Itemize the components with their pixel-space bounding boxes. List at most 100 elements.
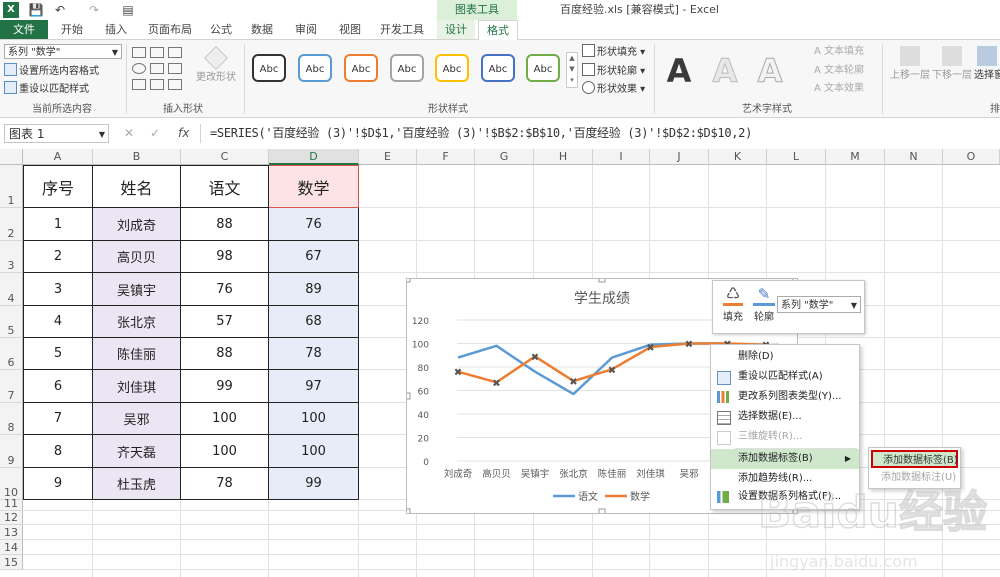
row-header-9[interactable]: 9 bbox=[0, 435, 23, 468]
row-header-8[interactable]: 8 bbox=[0, 403, 23, 435]
column-header-j[interactable]: J bbox=[650, 149, 709, 165]
column-header-c[interactable]: C bbox=[181, 149, 269, 165]
column-header-b[interactable]: B bbox=[93, 149, 181, 165]
column-header-l[interactable]: L bbox=[767, 149, 826, 165]
tab-formulas[interactable]: 公式 bbox=[206, 20, 236, 39]
shape-style-option[interactable]: Abc bbox=[526, 54, 560, 82]
print-preview-icon[interactable]: ▤ bbox=[120, 2, 136, 18]
formula-input[interactable]: =SERIES('百度经验 (3)'!$D$1,'百度经验 (3)'!$B$2:… bbox=[210, 124, 1000, 143]
row-header-3[interactable]: 3 bbox=[0, 241, 23, 273]
row-header-4[interactable]: 4 bbox=[0, 273, 23, 306]
table-cell[interactable]: 57 bbox=[181, 306, 269, 338]
tab-data[interactable]: 数据 bbox=[246, 20, 278, 39]
column-header-k[interactable]: K bbox=[709, 149, 767, 165]
table-cell[interactable]: 9 bbox=[23, 468, 93, 500]
enter-icon[interactable]: ✓ bbox=[150, 126, 160, 140]
series-dropdown[interactable]: 系列 "数学" ▼ bbox=[777, 296, 861, 313]
cancel-icon[interactable]: ✕ bbox=[124, 126, 134, 140]
format-selection-button[interactable]: 设置所选内容格式 bbox=[4, 63, 99, 79]
tab-format[interactable]: 格式 bbox=[478, 20, 518, 41]
text-effects-button[interactable]: A 文本效果 bbox=[814, 81, 864, 97]
table-cell[interactable]: 8 bbox=[23, 435, 93, 468]
menu-item-select-data[interactable]: 选择数据(E)... bbox=[711, 407, 859, 427]
column-header-e[interactable]: E bbox=[359, 149, 417, 165]
outline-button[interactable]: ✎ 轮廓 bbox=[749, 285, 779, 323]
column-header-m[interactable]: M bbox=[826, 149, 885, 165]
table-header-cell[interactable]: 序号 bbox=[23, 165, 93, 208]
table-cell[interactable]: 1 bbox=[23, 208, 93, 241]
table-cell[interactable]: 刘成奇 bbox=[93, 208, 181, 241]
table-cell[interactable]: 67 bbox=[269, 241, 359, 273]
table-cell[interactable]: 4 bbox=[23, 306, 93, 338]
table-cell[interactable]: 7 bbox=[23, 403, 93, 435]
row-header-15[interactable]: 15 bbox=[0, 555, 23, 570]
tab-file[interactable]: 文件 bbox=[0, 20, 48, 39]
table-cell[interactable]: 68 bbox=[269, 306, 359, 338]
shapes-gallery[interactable] bbox=[130, 46, 186, 90]
column-header-g[interactable]: G bbox=[475, 149, 534, 165]
table-header-cell[interactable]: 语文 bbox=[181, 165, 269, 208]
tab-design[interactable]: 设计 bbox=[437, 20, 475, 39]
shape-effects-button[interactable]: 形状效果 ▾ bbox=[582, 81, 645, 97]
table-cell[interactable]: 99 bbox=[269, 468, 359, 500]
tab-page-layout[interactable]: 页面布局 bbox=[142, 20, 198, 39]
text-outline-button[interactable]: A 文本轮廓 bbox=[814, 63, 864, 79]
row-header-11[interactable]: 11 bbox=[0, 497, 23, 511]
shape-style-option[interactable]: Abc bbox=[344, 54, 378, 82]
table-cell[interactable]: 100 bbox=[181, 435, 269, 468]
row-header-6[interactable]: 6 bbox=[0, 338, 23, 370]
tab-developer[interactable]: 开发工具 bbox=[376, 20, 428, 39]
table-cell[interactable]: 刘佳琪 bbox=[93, 370, 181, 403]
bring-forward-button[interactable]: 上移一层 bbox=[890, 46, 930, 88]
row-header-14[interactable]: 14 bbox=[0, 540, 23, 555]
shape-style-option[interactable]: Abc bbox=[481, 54, 515, 82]
shape-style-option[interactable]: Abc bbox=[390, 54, 424, 82]
tab-review[interactable]: 审阅 bbox=[290, 20, 322, 39]
tab-insert[interactable]: 插入 bbox=[98, 20, 134, 39]
send-backward-button[interactable]: 下移一层 bbox=[932, 46, 972, 88]
table-cell[interactable]: 3 bbox=[23, 273, 93, 306]
column-header-d[interactable]: D bbox=[269, 149, 359, 165]
chart-element-dropdown[interactable]: 系列 "数学" ▼ bbox=[4, 44, 122, 59]
table-cell[interactable]: 97 bbox=[269, 370, 359, 403]
wordart-style-1[interactable]: A bbox=[660, 52, 698, 90]
menu-item-delete[interactable]: 删除(D) bbox=[711, 347, 859, 367]
change-shape-button[interactable]: 更改形状 bbox=[194, 46, 238, 86]
shape-style-option[interactable]: Abc bbox=[298, 54, 332, 82]
save-icon[interactable]: 💾 bbox=[28, 2, 44, 18]
table-cell[interactable]: 88 bbox=[181, 208, 269, 241]
tab-view[interactable]: 视图 bbox=[334, 20, 366, 39]
table-cell[interactable]: 78 bbox=[181, 468, 269, 500]
table-cell[interactable]: 6 bbox=[23, 370, 93, 403]
row-header-10[interactable]: 10 bbox=[0, 468, 23, 500]
row-header-5[interactable]: 5 bbox=[0, 306, 23, 338]
table-cell[interactable]: 89 bbox=[269, 273, 359, 306]
table-cell[interactable]: 张北京 bbox=[93, 306, 181, 338]
menu-item-reset-style[interactable]: 重设以匹配样式(A) bbox=[711, 367, 859, 387]
table-cell[interactable]: 杜玉虎 bbox=[93, 468, 181, 500]
table-cell[interactable]: 5 bbox=[23, 338, 93, 370]
menu-item-change-chart-type[interactable]: 更改系列图表类型(Y)... bbox=[711, 387, 859, 407]
table-header-cell[interactable]: 数学 bbox=[269, 165, 359, 208]
table-cell[interactable]: 高贝贝 bbox=[93, 241, 181, 273]
select-all-corner[interactable] bbox=[0, 149, 23, 165]
table-cell[interactable]: 吴邪 bbox=[93, 403, 181, 435]
column-header-n[interactable]: N bbox=[885, 149, 943, 165]
undo-icon[interactable]: ↶ bbox=[52, 2, 68, 18]
shape-outline-button[interactable]: 形状轮廓 ▾ bbox=[582, 63, 645, 79]
table-cell[interactable]: 88 bbox=[181, 338, 269, 370]
table-cell[interactable]: 齐天磊 bbox=[93, 435, 181, 468]
redo-icon[interactable]: ↷ bbox=[86, 2, 102, 18]
column-header-h[interactable]: H bbox=[534, 149, 593, 165]
row-header-7[interactable]: 7 bbox=[0, 370, 23, 403]
column-header-a[interactable]: A bbox=[23, 149, 93, 165]
table-cell[interactable]: 76 bbox=[181, 273, 269, 306]
column-header-f[interactable]: F bbox=[417, 149, 475, 165]
column-header-o[interactable]: O bbox=[943, 149, 1000, 165]
wordart-style-2[interactable]: A bbox=[706, 52, 744, 91]
shape-fill-button[interactable]: 形状填充 ▾ bbox=[582, 44, 645, 60]
reset-style-button[interactable]: 重设以匹配样式 bbox=[4, 81, 89, 97]
column-header-i[interactable]: I bbox=[593, 149, 650, 165]
tab-home[interactable]: 开始 bbox=[54, 20, 90, 39]
table-header-cell[interactable]: 姓名 bbox=[93, 165, 181, 208]
